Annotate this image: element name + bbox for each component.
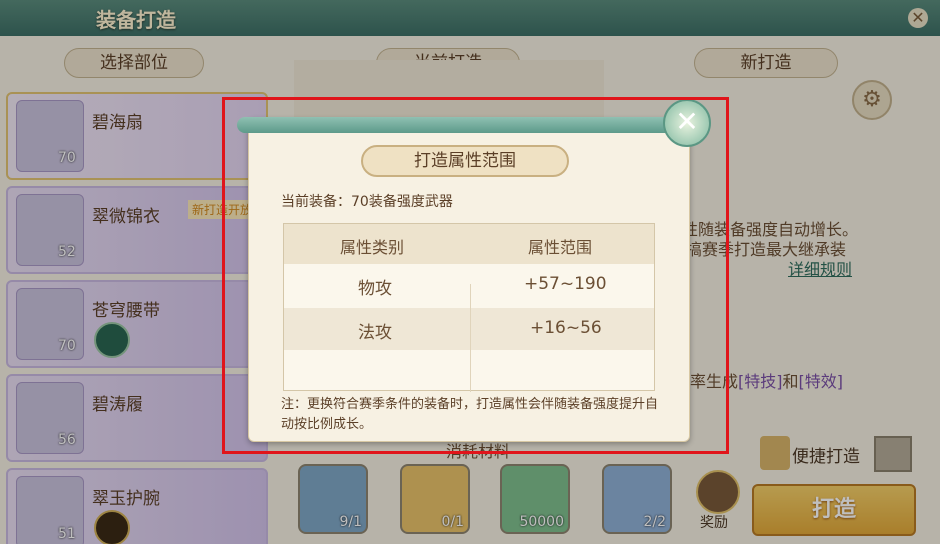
highlight-frame xyxy=(222,97,729,454)
